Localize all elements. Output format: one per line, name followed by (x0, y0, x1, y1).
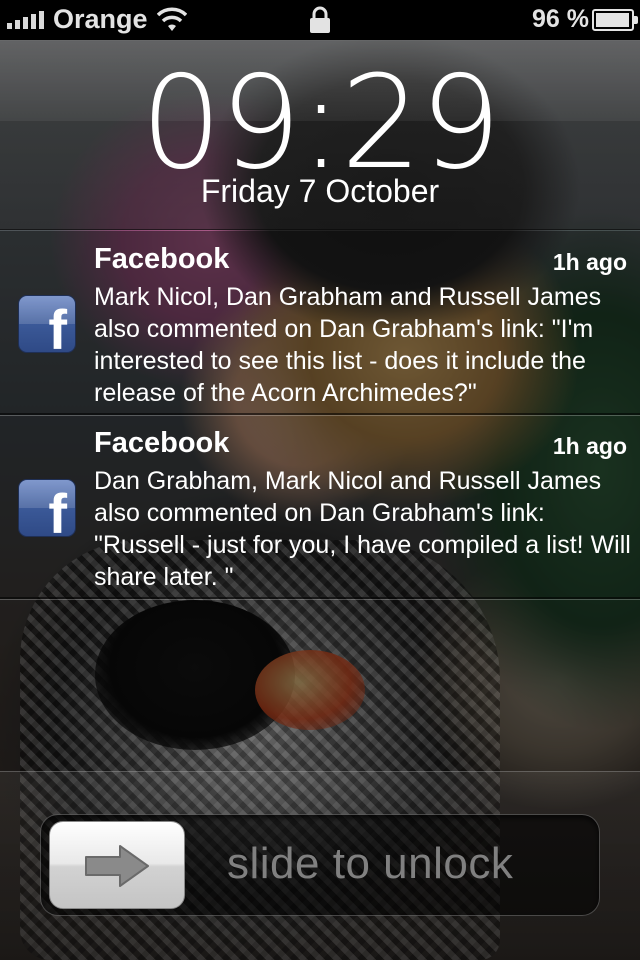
clock-time: 09:29 (140, 49, 502, 198)
notification-empty-area (0, 599, 640, 769)
lock-icon (310, 6, 330, 33)
wifi-icon (157, 7, 187, 31)
notification-time: 1h ago (552, 433, 627, 459)
signal-icon (7, 9, 44, 29)
battery-percentage: 96 % (532, 5, 589, 33)
arrow-right-icon (85, 845, 149, 887)
unlock-slider-knob[interactable] (49, 821, 185, 909)
notification-message: Mark Nicol, Dan Grabham and Russell Jame… (94, 283, 602, 407)
slide-to-unlock-label: slide to unlock (227, 839, 514, 888)
carrier-name: Orange (53, 4, 148, 34)
notification-item[interactable]: f Facebook 1h ago Mark Nicol, Dan Grabha… (0, 231, 640, 415)
clock-date: Friday 7 October (200, 173, 440, 209)
notification-time: 1h ago (552, 249, 627, 275)
facebook-icon: f (18, 479, 76, 537)
notification-app-name: Facebook (94, 427, 230, 459)
status-bar: Orange 96 % (0, 0, 640, 40)
notification-app-name: Facebook (94, 243, 230, 275)
unlock-bar: slide to unlock (0, 771, 640, 960)
unlock-slider-track[interactable]: slide to unlock (40, 814, 600, 916)
clock-panel: 09:29 Friday 7 October (0, 40, 640, 230)
notification-message: Dan Grabham, Mark Nicol and Russell Jame… (94, 467, 631, 591)
lock-screen: Orange 96 % 09:29 Friday 7 October f Fac… (0, 0, 640, 960)
notification-list: f Facebook 1h ago Mark Nicol, Dan Grabha… (0, 231, 640, 771)
battery-icon (592, 9, 638, 31)
facebook-icon: f (18, 295, 76, 353)
notification-item[interactable]: f Facebook 1h ago Dan Grabham, Mark Nico… (0, 415, 640, 599)
